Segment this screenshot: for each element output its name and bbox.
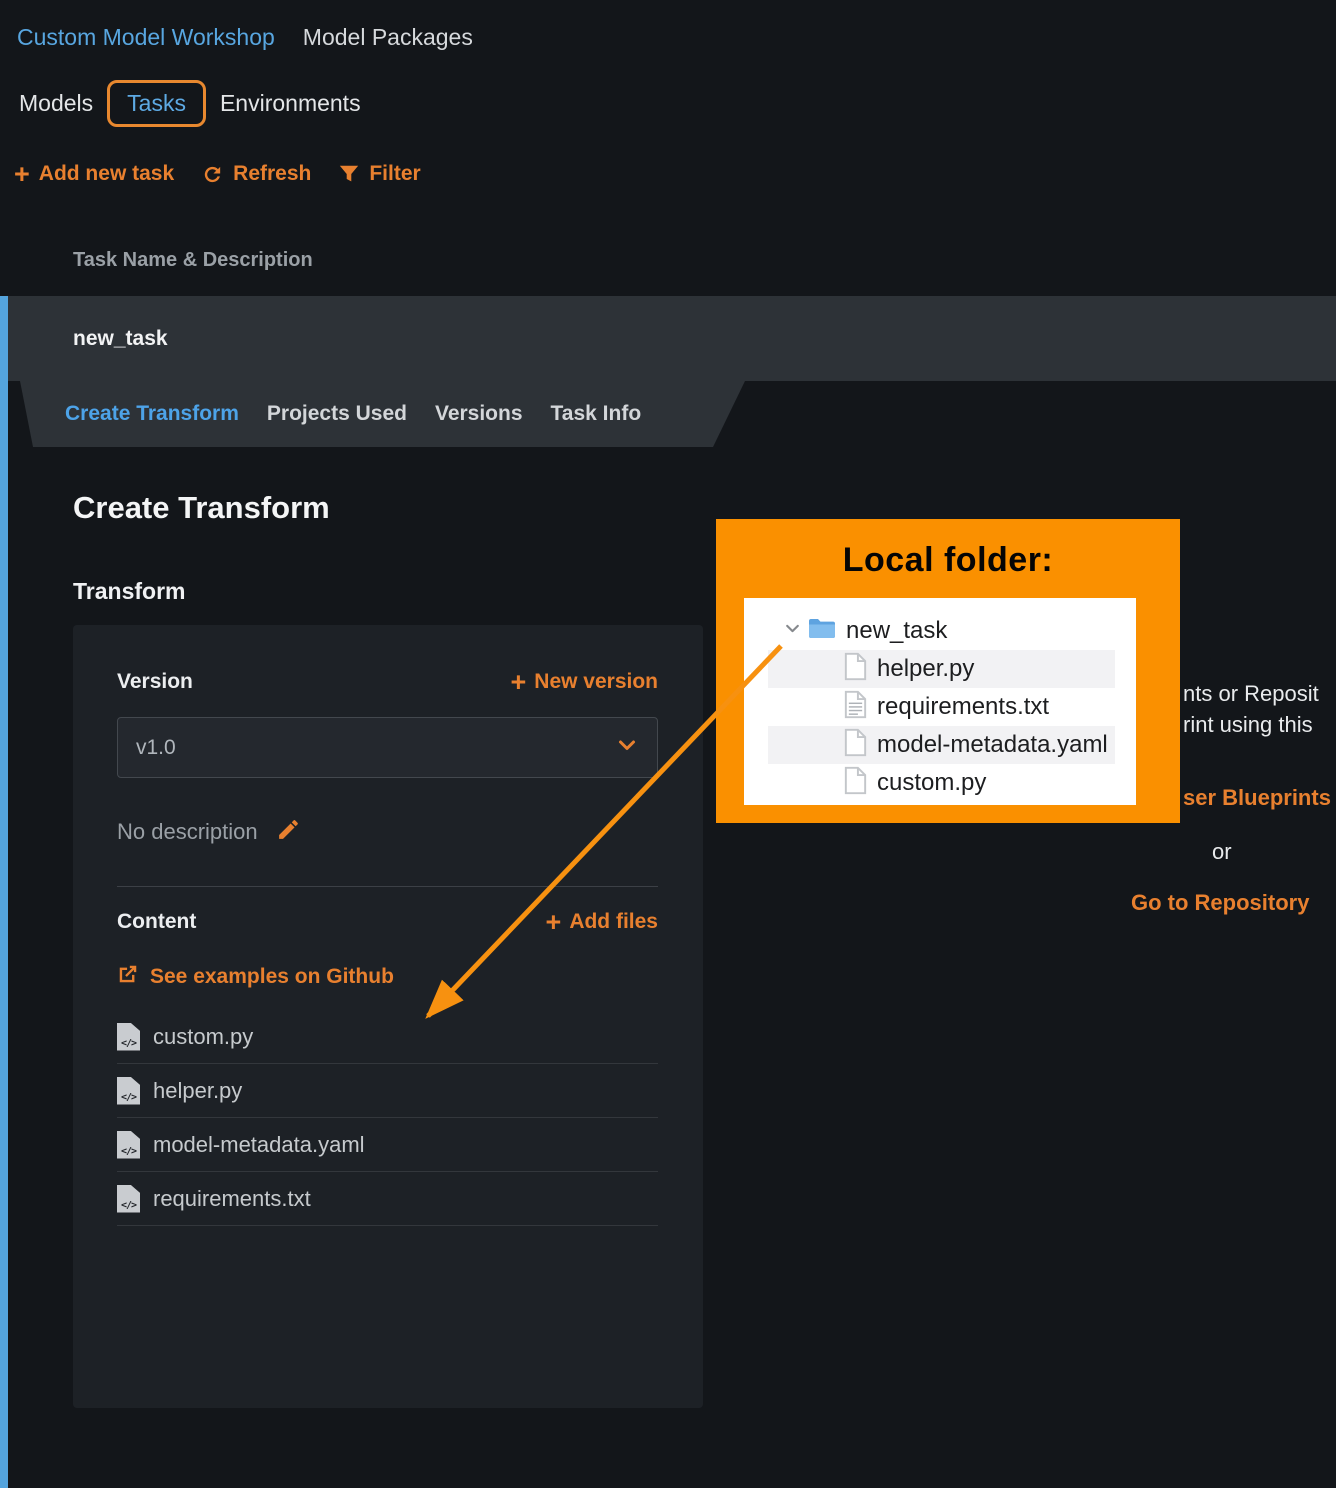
tab-models[interactable]: Models <box>17 82 95 125</box>
add-new-task-label: Add new task <box>39 162 174 186</box>
top-tab-bar: Models Tasks Environments <box>17 80 363 127</box>
finder-row-file: helper.py <box>744 650 1136 688</box>
file-row-model-metadata-yaml[interactable]: </> model-metadata.yaml <box>117 1118 658 1172</box>
content-label: Content <box>117 910 196 934</box>
breadcrumb-model-packages[interactable]: Model Packages <box>303 24 473 51</box>
task-row[interactable]: new_task <box>8 296 1336 381</box>
finder-file-name: requirements.txt <box>877 693 1049 721</box>
new-version-label: New version <box>534 670 658 694</box>
finder-row-file: custom.py <box>744 764 1136 802</box>
finder-file-name: model-metadata.yaml <box>877 731 1108 759</box>
add-files-label: Add files <box>569 910 658 934</box>
add-new-task-button[interactable]: + Add new task <box>14 162 174 186</box>
filter-button[interactable]: Filter <box>338 162 420 186</box>
content-header-row: Content + Add files <box>117 910 658 934</box>
file-name: requirements.txt <box>153 1186 311 1212</box>
file-row-custom-py[interactable]: </> custom.py <box>117 1010 658 1064</box>
tab-environments[interactable]: Environments <box>218 82 363 125</box>
finder-row-file: requirements.txt <box>744 688 1136 726</box>
finder-row-file: model-metadata.yaml <box>744 726 1136 764</box>
refresh-button[interactable]: Refresh <box>201 162 311 186</box>
task-row-name: new_task <box>73 327 168 351</box>
refresh-icon <box>201 163 224 186</box>
side-panel-text-line1: nts or Reposit <box>1183 681 1319 707</box>
pencil-icon[interactable] <box>276 817 301 847</box>
tab-tasks[interactable]: Tasks <box>107 80 206 127</box>
selected-row-indicator <box>0 296 8 1488</box>
file-row-helper-py[interactable]: </> helper.py <box>117 1064 658 1118</box>
version-label: Version <box>117 670 193 694</box>
document-icon <box>843 652 868 686</box>
finder-file-name: custom.py <box>877 769 986 797</box>
description-row: No description <box>117 817 301 847</box>
folder-icon <box>808 617 836 645</box>
finder-file-name: helper.py <box>877 655 974 683</box>
breadcrumb: Custom Model Workshop Model Packages <box>17 24 473 51</box>
file-name: model-metadata.yaml <box>153 1132 365 1158</box>
transform-section-title: Transform <box>73 578 185 605</box>
plus-icon: + <box>511 672 527 692</box>
text-document-icon <box>843 690 868 724</box>
subtab-task-info[interactable]: Task Info <box>551 402 642 426</box>
github-examples-link[interactable]: See examples on Github <box>117 963 394 991</box>
plus-icon: + <box>14 164 30 184</box>
breadcrumb-custom-model-workshop[interactable]: Custom Model Workshop <box>17 24 275 51</box>
column-header-task-name: Task Name & Description <box>73 249 313 272</box>
description-text: No description <box>117 819 258 845</box>
plus-icon: + <box>546 912 562 932</box>
code-file-icon: </> <box>117 1185 140 1213</box>
external-link-icon <box>117 963 139 991</box>
filter-icon <box>338 163 360 185</box>
callout-title: Local folder: <box>716 541 1180 580</box>
file-name: custom.py <box>153 1024 253 1050</box>
or-text: or <box>1212 839 1232 865</box>
code-file-icon: </> <box>117 1023 140 1051</box>
chevron-expand-icon <box>784 620 801 642</box>
user-blueprint-link[interactable]: ser Blueprints <box>1183 785 1331 811</box>
subtab-versions[interactable]: Versions <box>435 402 523 426</box>
transform-panel: Version + New version v1.0 No descriptio… <box>73 625 703 1408</box>
content-file-list: </> custom.py </> helper.py </> model-me… <box>117 1010 658 1226</box>
finder-window: new_task helper.py requirements.txt mode… <box>744 598 1136 805</box>
chevron-down-icon <box>615 733 639 762</box>
subtab-create-transform[interactable]: Create Transform <box>65 402 239 426</box>
new-version-button[interactable]: + New version <box>511 670 659 694</box>
document-icon <box>843 766 868 800</box>
finder-row-root: new_task <box>744 612 1136 650</box>
page-title: Create Transform <box>73 490 330 526</box>
local-folder-callout: Local folder: new_task helper.py require… <box>716 519 1180 823</box>
subtab-projects-used[interactable]: Projects Used <box>267 402 407 426</box>
task-toolbar: + Add new task Refresh Filter <box>14 162 421 186</box>
divider <box>117 886 658 887</box>
side-panel-text-line2: rint using this <box>1183 712 1313 738</box>
version-dropdown-value: v1.0 <box>136 736 176 760</box>
file-name: helper.py <box>153 1078 242 1104</box>
document-icon <box>843 728 868 762</box>
task-detail-tab-bar: Create Transform Projects Used Versions … <box>8 381 760 447</box>
refresh-label: Refresh <box>233 162 311 186</box>
add-files-button[interactable]: + Add files <box>546 910 658 934</box>
finder-folder-name: new_task <box>846 617 947 645</box>
filter-label: Filter <box>369 162 420 186</box>
code-file-icon: </> <box>117 1077 140 1105</box>
version-dropdown[interactable]: v1.0 <box>117 717 658 778</box>
go-to-repository-link[interactable]: Go to Repository <box>1131 890 1309 916</box>
version-header-row: Version + New version <box>117 670 658 694</box>
github-examples-label: See examples on Github <box>150 965 394 989</box>
file-row-requirements-txt[interactable]: </> requirements.txt <box>117 1172 658 1226</box>
code-file-icon: </> <box>117 1131 140 1159</box>
